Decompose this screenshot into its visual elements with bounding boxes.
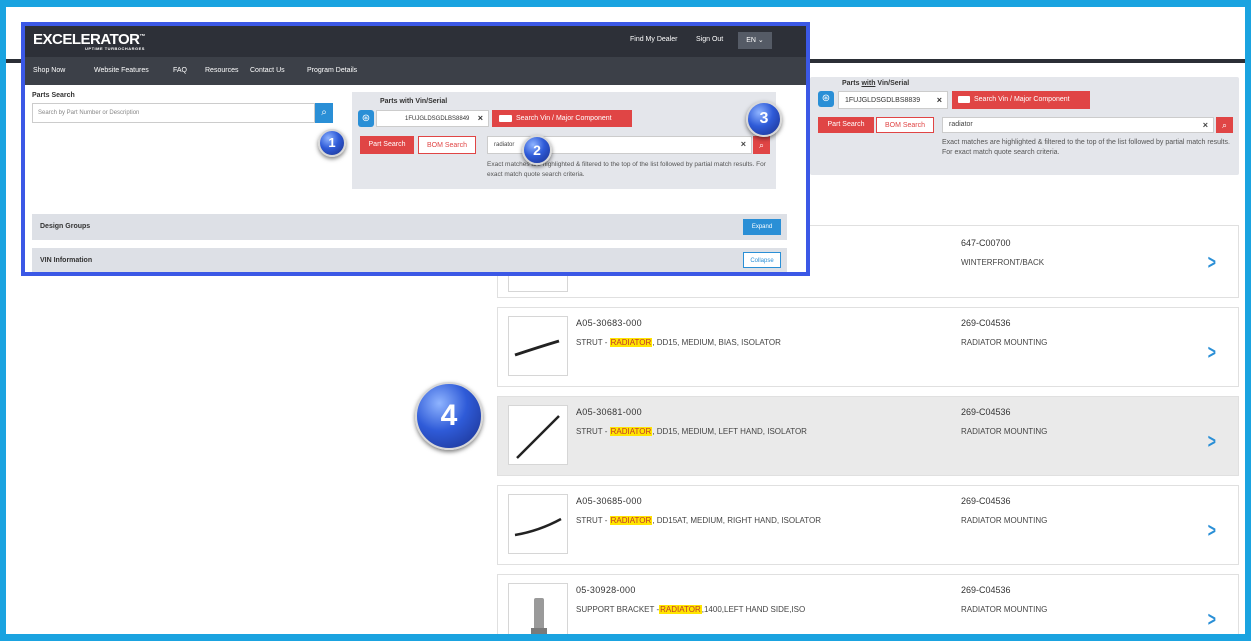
screenshot-frame: Parts with Vin/Serial ⊛ 1FUJGLDSGDLBS883… [6,7,1245,634]
group-code: 269-C04536 [961,318,1011,328]
parts-search-label: Parts Search [32,92,75,99]
part-description: STRUT - RADIATOR, DD15, MEDIUM, BIAS, IS… [576,338,781,347]
clear-vin-icon[interactable]: × [937,95,942,105]
expand-button[interactable]: Expand [743,219,781,235]
part-thumbnail [508,494,568,554]
vin-panel-background: Parts with Vin/Serial ⊛ 1FUJGLDSGDLBS883… [810,77,1239,175]
group-code: 647-C00700 [961,238,1011,248]
vin-panel: Parts with Vin/Serial ⊛ 1FUJGLDSGDLBS884… [352,92,776,189]
nav-resources[interactable]: Resources [205,67,238,74]
vin-field[interactable]: 1FUJGLDSGDLBS8849 × [376,110,489,127]
search-hint: Exact matches are highlighted & filtered… [942,139,1230,156]
step-marker-1: 1 [318,129,346,157]
part-search-tab[interactable]: Part Search [360,136,414,154]
parts-search-button[interactable]: ⌕ [315,103,333,123]
group-name: RADIATOR MOUNTING [961,516,1048,525]
clear-query-icon[interactable]: × [1203,120,1208,130]
group-name: WINTERFRONT/BACK [961,258,1045,267]
vin-panel-label: Parts with Vin/Serial [842,80,910,87]
step-marker-2: 2 [522,135,552,165]
chevron-right-icon[interactable]: > [1208,520,1216,543]
result-row[interactable]: A05-30683-000 STRUT - RADIATOR, DD15, ME… [497,307,1239,387]
chevron-right-icon[interactable]: > [1208,431,1216,454]
group-code: 269-C04536 [961,585,1011,595]
query-search-button[interactable]: ⌕ [1216,117,1233,133]
chevron-right-icon[interactable]: > [1208,252,1216,275]
results-list: 647-C00700 WINTERFRONT/BACK > A05-30683-… [497,225,1239,634]
query-search-button[interactable]: ⌕ [753,136,770,154]
parts-search-input[interactable]: Search by Part Number or Description [32,103,315,123]
steering-wheel-icon: ⊛ [358,110,374,127]
truck-icon [958,96,970,103]
section-title: VIN Information [40,257,93,264]
top-bar: EXCELERATOR™ UPTIME TURBOCHARGES Find My … [25,26,806,57]
group-code: 269-C04536 [961,496,1011,506]
steering-wheel-icon: ⊛ [818,91,834,107]
result-row[interactable]: A05-30685-000 STRUT - RADIATOR, DD15AT, … [497,485,1239,565]
step-marker-4: 4 [415,382,483,450]
bom-search-tab[interactable]: BOM Search [876,117,934,133]
vin-information-section[interactable]: VIN Information Collapse [32,248,787,272]
collapse-button[interactable]: Collapse [743,252,781,268]
part-thumbnail [508,583,568,634]
search-vin-button[interactable]: Search Vin / Major Component [952,91,1090,109]
clear-vin-icon[interactable]: × [478,113,483,123]
clear-query-icon[interactable]: × [741,139,746,149]
group-name: RADIATOR MOUNTING [961,338,1048,347]
search-vin-button[interactable]: Search Vin / Major Component [492,110,632,127]
group-name: RADIATOR MOUNTING [961,605,1048,614]
part-number[interactable]: 05-30928-000 [576,585,636,595]
part-number[interactable]: A05-30685-000 [576,496,642,506]
nav-contact-us[interactable]: Contact Us [250,67,285,74]
part-description: SUPPORT BRACKET -RADIATOR,1400,LEFT HAND… [576,605,806,614]
excelerator-logo[interactable]: EXCELERATOR™ UPTIME TURBOCHARGES [33,31,145,51]
part-description: STRUT - RADIATOR, DD15, MEDIUM, LEFT HAN… [576,427,807,436]
part-search-tab[interactable]: Part Search [818,117,874,133]
truck-icon [499,115,512,122]
part-thumbnail [508,405,568,465]
zoomed-window: EXCELERATOR™ UPTIME TURBOCHARGES Find My … [21,22,810,276]
language-select[interactable]: EN ⌄ [738,32,772,49]
vin-panel-label: Parts with Vin/Serial [380,98,448,105]
nav-shop-now[interactable]: Shop Now [33,67,65,74]
sign-out-link[interactable]: Sign Out [696,36,723,43]
nav-website-features[interactable]: Website Features [94,67,149,74]
nav-program-details[interactable]: Program Details [307,67,357,74]
step-marker-3: 3 [746,101,782,137]
group-code: 269-C04536 [961,407,1011,417]
nav-faq[interactable]: FAQ [173,67,187,74]
part-description: STRUT - RADIATOR, DD15AT, MEDIUM, RIGHT … [576,516,822,525]
design-groups-section[interactable]: Design Groups Expand [32,214,787,240]
bom-search-tab[interactable]: BOM Search [418,136,476,154]
main-nav: Shop Now Website Features FAQ Resources … [25,57,806,85]
section-title: Design Groups [40,223,91,230]
find-dealer-link[interactable]: Find My Dealer [630,36,677,43]
part-thumbnail [508,316,568,376]
part-number[interactable]: A05-30683-000 [576,318,642,328]
part-number[interactable]: A05-30681-000 [576,407,642,417]
query-input[interactable]: radiator × [942,117,1214,133]
result-row[interactable]: 05-30928-000 SUPPORT BRACKET -RADIATOR,1… [497,574,1239,634]
vin-field[interactable]: 1FUJGLDSGDLBS8839 × [838,91,948,109]
result-row[interactable]: A05-30681-000 STRUT - RADIATOR, DD15, ME… [497,396,1239,476]
chevron-right-icon[interactable]: > [1208,342,1216,365]
chevron-right-icon[interactable]: > [1208,609,1216,632]
group-name: RADIATOR MOUNTING [961,427,1048,436]
